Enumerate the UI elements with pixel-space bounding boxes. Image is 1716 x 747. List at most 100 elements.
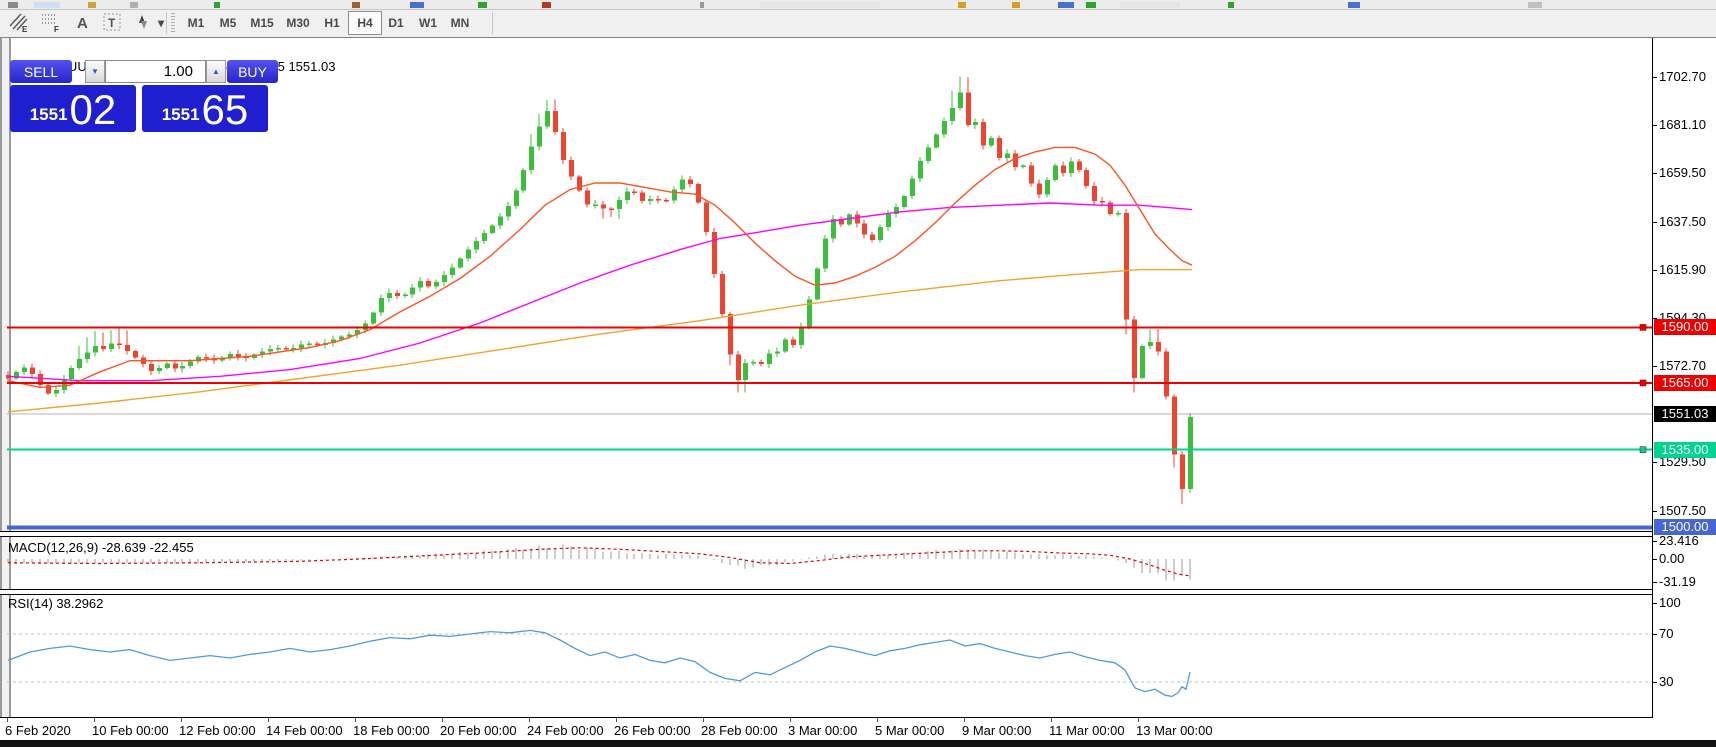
rsi-tick-label: 100 xyxy=(1659,595,1681,610)
time-tick xyxy=(94,718,95,722)
timeframe-button-m1[interactable]: M1 xyxy=(180,11,212,35)
grid-dots-f-tool-glyph: F xyxy=(40,11,62,33)
toolbar-separator xyxy=(492,12,493,34)
timeframe-button-mn[interactable]: MN xyxy=(444,11,476,35)
macd-label: MACD(12,26,9) -28.639 -22.455 xyxy=(8,540,194,555)
rsi-tick xyxy=(1653,682,1657,683)
partial-icon xyxy=(1228,2,1234,8)
time-tick xyxy=(964,718,965,722)
price-tick-label: 1681.10 xyxy=(1659,117,1706,132)
time-tick xyxy=(703,718,704,722)
upper-toolbar-partial xyxy=(0,0,1716,10)
panel-divider[interactable] xyxy=(0,531,1716,537)
time-tick xyxy=(529,718,530,722)
macd-tick xyxy=(1653,541,1657,542)
price-tick-label: 1572.70 xyxy=(1659,358,1706,373)
svg-text:E: E xyxy=(22,25,28,33)
mt4-window: EFAT▾ M1M5M15M30H1H4D1W1MN ▲XAUUSD-,H4 1… xyxy=(0,0,1716,747)
rsi-tick-label: 70 xyxy=(1659,626,1673,641)
price-tick xyxy=(1653,77,1657,78)
partial-icon xyxy=(34,2,60,8)
level-price-badge: 1565.00 xyxy=(1654,375,1716,391)
text-label-tool-icon[interactable]: A xyxy=(72,11,100,35)
crosshair-hatch-e-tool-icon[interactable]: E xyxy=(8,11,36,35)
text-label-tool-glyph: A xyxy=(72,11,94,33)
timeframe-button-h4[interactable]: H4 xyxy=(348,11,382,35)
time-tick-label: 9 Mar 00:00 xyxy=(962,723,1031,738)
rsi-tick xyxy=(1653,634,1657,635)
partial-icon xyxy=(542,2,551,8)
toolbar-gripper[interactable] xyxy=(171,13,175,33)
time-tick xyxy=(616,718,617,722)
partial-icon xyxy=(700,2,704,8)
time-tick-label: 20 Feb 00:00 xyxy=(440,723,517,738)
time-tick xyxy=(181,718,182,722)
price-tick xyxy=(1653,366,1657,367)
arrange-symbols-tool-glyph xyxy=(132,11,154,33)
time-tick-label: 28 Feb 00:00 xyxy=(701,723,778,738)
time-tick xyxy=(790,718,791,722)
time-tick-label: 12 Feb 00:00 xyxy=(179,723,256,738)
timeframe-button-m15[interactable]: M15 xyxy=(244,11,280,35)
partial-icon xyxy=(1086,2,1096,8)
timeframe-button-w1[interactable]: W1 xyxy=(412,11,444,35)
toolbar: EFAT▾ M1M5M15M30H1H4D1W1MN xyxy=(0,10,1716,38)
price-tick-label: 1702.70 xyxy=(1659,69,1706,84)
partial-icon xyxy=(88,2,96,8)
macd-tick-label: 0.00 xyxy=(1659,551,1684,566)
price-tick xyxy=(1653,462,1657,463)
partial-icon xyxy=(214,2,220,8)
panel-divider[interactable] xyxy=(0,589,1716,595)
macd-tick-label: 23.416 xyxy=(1659,533,1699,548)
level-price-badge: 1500.00 xyxy=(1654,519,1716,535)
timeframe-button-m30[interactable]: M30 xyxy=(280,11,316,35)
partial-icon xyxy=(352,2,360,8)
time-tick xyxy=(268,718,269,722)
svg-text:F: F xyxy=(54,25,59,33)
bottom-window-edge xyxy=(0,740,1716,747)
partial-icon xyxy=(130,2,138,8)
timeframe-button-m5[interactable]: M5 xyxy=(212,11,244,35)
macd-tick xyxy=(1653,559,1657,560)
price-tick xyxy=(1653,222,1657,223)
price-tick xyxy=(1653,511,1657,512)
time-tick-label: 10 Feb 00:00 xyxy=(92,723,169,738)
price-tick xyxy=(1653,125,1657,126)
current-price-badge: 1551.03 xyxy=(1654,406,1716,422)
time-tick-label: 11 Mar 00:00 xyxy=(1049,723,1125,738)
partial-icon xyxy=(410,2,424,8)
chart-window[interactable]: ▲XAUUSD-,H4 1557.83 1560.66 1549.05 1551… xyxy=(0,37,1716,741)
rsi-label: RSI(14) 38.2962 xyxy=(8,596,103,611)
macd-tick-label: -31.19 xyxy=(1659,574,1696,589)
macd-tick xyxy=(1653,582,1657,583)
grid-dots-f-tool-icon[interactable]: F xyxy=(40,11,68,35)
text-box-tool-icon[interactable]: T xyxy=(102,11,130,35)
partial-icon xyxy=(1120,2,1180,8)
chart-plot[interactable] xyxy=(0,38,1716,741)
price-tick xyxy=(1653,270,1657,271)
time-tick-label: 14 Feb 00:00 xyxy=(266,723,343,738)
price-axis[interactable]: 1702.701681.101659.501637.501615.901594.… xyxy=(1652,38,1716,718)
partial-icon xyxy=(958,2,966,8)
svg-text:T: T xyxy=(108,16,116,30)
partial-icon xyxy=(1348,2,1360,8)
toolbar-separator xyxy=(166,12,167,34)
partial-icon xyxy=(1058,2,1074,8)
timeframe-button-d1[interactable]: D1 xyxy=(380,11,412,35)
time-tick-label: 24 Feb 00:00 xyxy=(527,723,604,738)
time-tick-label: 3 Mar 00:00 xyxy=(788,723,857,738)
ma-slow-orange xyxy=(8,270,1192,412)
time-tick xyxy=(1051,718,1052,722)
time-tick xyxy=(355,718,356,722)
crosshair-hatch-e-tool-glyph: E xyxy=(8,11,30,33)
time-tick-label: 6 Feb 2020 xyxy=(5,723,71,738)
time-axis[interactable]: 6 Feb 2020 10 Feb 00:00 12 Feb 00:00 14 Feb… xyxy=(0,718,1716,741)
rsi-tick xyxy=(1653,603,1657,604)
price-tick-label: 1615.90 xyxy=(1659,262,1706,277)
timeframe-button-h1[interactable]: H1 xyxy=(316,11,348,35)
partial-icon xyxy=(478,2,487,8)
price-tick-label: 1659.50 xyxy=(1659,165,1706,180)
partial-icon xyxy=(760,2,880,8)
price-tick xyxy=(1653,173,1657,174)
time-tick-label: 26 Feb 00:00 xyxy=(614,723,691,738)
